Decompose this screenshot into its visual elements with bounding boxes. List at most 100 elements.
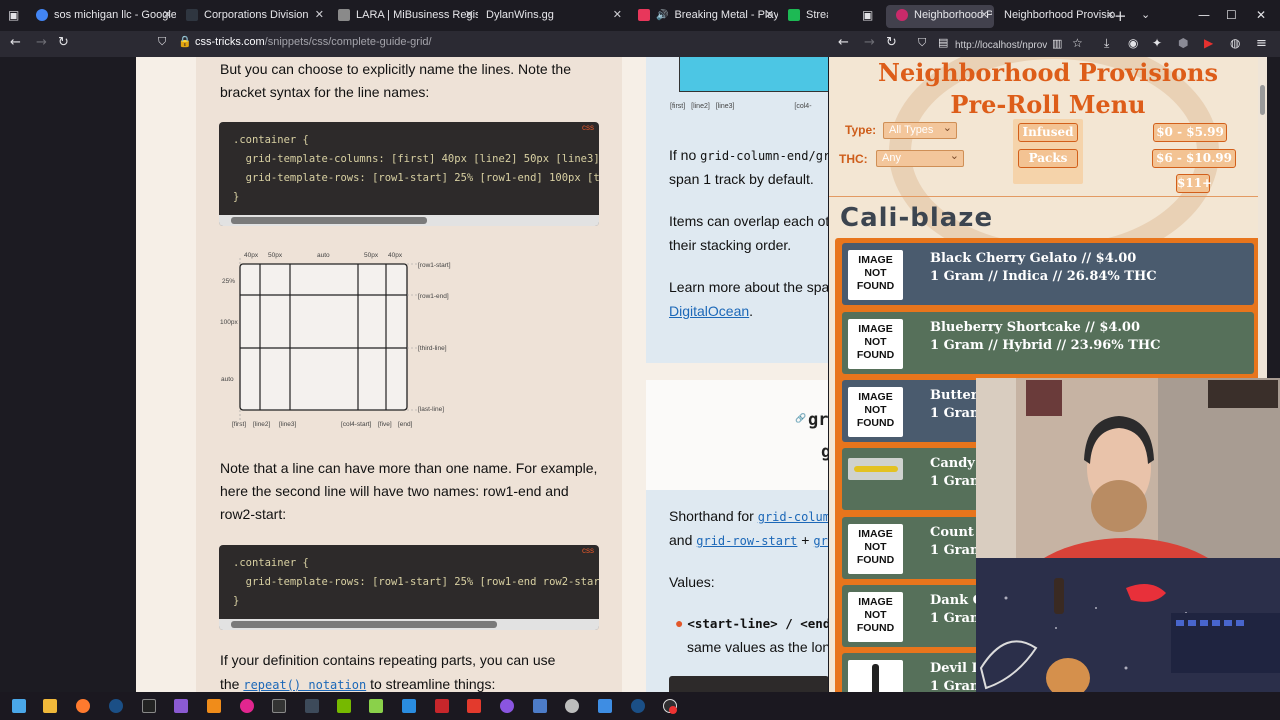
youtube-ext-icon[interactable]: ▶ bbox=[1204, 36, 1213, 50]
bullet-icon: ● bbox=[675, 615, 684, 631]
reload-icon[interactable]: ↻ bbox=[886, 35, 897, 50]
url-domain: css-tricks.com bbox=[195, 36, 265, 48]
back-icon[interactable]: ← bbox=[838, 35, 849, 50]
minimize-icon[interactable]: — bbox=[1198, 8, 1210, 22]
link-icon[interactable]: 🔗 bbox=[795, 414, 806, 424]
horizontal-scrollbar[interactable] bbox=[219, 619, 599, 630]
windows-start-icon[interactable] bbox=[12, 699, 26, 713]
webcam-video bbox=[976, 378, 1280, 692]
extensions-icon[interactable]: ✦ bbox=[1152, 36, 1162, 50]
back-icon[interactable]: ← bbox=[10, 35, 21, 50]
price-filter-6-11-button[interactable]: $6 - $10.99 bbox=[1152, 149, 1236, 168]
file-explorer-icon[interactable] bbox=[43, 699, 57, 713]
tab-stream[interactable]: Stream bbox=[780, 4, 830, 26]
url-bar[interactable]: http://localhost/nprov bbox=[955, 40, 1047, 51]
account-icon[interactable]: ◉ bbox=[1128, 36, 1138, 50]
steam2-icon[interactable] bbox=[631, 699, 645, 713]
firefox-icon[interactable] bbox=[76, 699, 90, 713]
text: and bbox=[669, 532, 693, 548]
packs-filter-button[interactable]: Packs bbox=[1018, 149, 1078, 168]
app-purple-icon[interactable] bbox=[500, 699, 514, 713]
paragraph: Learn more about the spa bbox=[669, 279, 829, 295]
app-blue2-icon[interactable] bbox=[598, 699, 612, 713]
tab-list-icon[interactable]: ▣ bbox=[862, 8, 873, 22]
adblock-icon[interactable]: ⬢ bbox=[1178, 36, 1188, 50]
type-select[interactable]: All Types bbox=[883, 121, 957, 139]
product-details: 1 Gram // Hybrid // 23.96% THC bbox=[930, 338, 1161, 353]
diagram-label: [line3] bbox=[279, 421, 297, 428]
scrollbar-thumb[interactable] bbox=[231, 621, 497, 628]
vlc-icon[interactable] bbox=[207, 699, 221, 713]
inline-code-link[interactable]: grid-colum bbox=[758, 510, 829, 524]
forward-icon[interactable]: → bbox=[864, 35, 875, 50]
horizontal-scrollbar[interactable] bbox=[219, 215, 599, 226]
tab-google-search[interactable]: sos michigan llc - Google Search✕ bbox=[28, 4, 176, 26]
inline-code-link[interactable]: gri bbox=[813, 534, 829, 548]
url-bar[interactable]: css-tricks.com/snippets/css/complete-gui… bbox=[195, 36, 432, 48]
scrollbar-thumb[interactable] bbox=[231, 217, 427, 224]
text: to streamline things: bbox=[370, 676, 496, 692]
tab-neighborhood-2[interactable]: Neighborhood Provision bbox=[996, 4, 1116, 26]
code-line: grid-template-rows: [row1-start] 25% [ro… bbox=[233, 172, 599, 184]
vscode-icon[interactable] bbox=[402, 699, 416, 713]
steam-icon[interactable] bbox=[109, 699, 123, 713]
product-card[interactable]: IMAGE NOT FOUND Blueberry Shortcake // $… bbox=[842, 312, 1254, 374]
menu-icon[interactable]: ≡ bbox=[1256, 36, 1267, 51]
chevron-down-icon[interactable]: ⌄ bbox=[1141, 8, 1150, 21]
scrollbar-thumb[interactable] bbox=[1260, 85, 1265, 115]
tab-lara[interactable]: LARA | MiBusiness Registry Porta✕ bbox=[330, 4, 478, 26]
left-tab-bar: ▣ sos michigan llc - Google Search✕ Corp… bbox=[0, 0, 830, 31]
product-title: Blueberry Shortcake // $4.00 bbox=[930, 320, 1141, 335]
tab-corporations[interactable]: Corporations Division ✕ bbox=[178, 4, 328, 26]
product-image: IMAGE NOT FOUND bbox=[848, 524, 903, 574]
bookmark-star-icon[interactable]: ☆ bbox=[1072, 36, 1083, 50]
notepad-plus-icon[interactable] bbox=[369, 699, 383, 713]
download-icon[interactable]: ⤓ bbox=[1104, 36, 1109, 51]
diagram-label: [line3] bbox=[715, 103, 735, 110]
shield-icon[interactable]: ⛉ bbox=[918, 36, 926, 50]
filezilla-icon[interactable] bbox=[435, 699, 449, 713]
globe-ext-icon[interactable]: ◍ bbox=[1230, 36, 1240, 50]
nvidia-icon[interactable] bbox=[337, 699, 351, 713]
app-gray-icon[interactable] bbox=[565, 699, 579, 713]
forward-icon[interactable]: → bbox=[36, 35, 47, 50]
app-dark-icon[interactable] bbox=[305, 699, 319, 713]
tab-list-icon[interactable]: ▣ bbox=[8, 8, 19, 22]
tab-dylanwins[interactable]: DylanWins.gg ✕ bbox=[478, 4, 626, 26]
terminal-icon[interactable] bbox=[272, 699, 286, 713]
new-tab-icon[interactable]: + bbox=[1114, 7, 1127, 25]
digitalocean-link[interactable]: DigitalOcean bbox=[669, 303, 749, 319]
close-icon[interactable]: ✕ bbox=[163, 8, 172, 21]
tab-neighborhood-1[interactable]: Neighborhood Provis bbox=[888, 4, 992, 26]
close-icon[interactable]: ✕ bbox=[980, 10, 988, 21]
price-filter-0-6-button[interactable]: $0 - $5.99 bbox=[1153, 123, 1227, 142]
taskbar bbox=[0, 692, 1280, 720]
page-icon[interactable]: ▤ bbox=[938, 36, 948, 49]
visual-studio-icon[interactable] bbox=[174, 699, 188, 713]
inline-code-link[interactable]: grid-row-start bbox=[696, 534, 797, 548]
page-title: Neighborhood Provisions bbox=[878, 58, 1218, 87]
grid-lines-diagram: 40px 50px auto 50px 40px 25% 100px auto … bbox=[220, 252, 451, 428]
close-icon[interactable]: ✕ bbox=[315, 8, 324, 21]
diagram-label: 40px bbox=[388, 252, 403, 259]
reader-icon[interactable]: ▥ bbox=[1052, 37, 1062, 50]
thc-select[interactable]: Any bbox=[876, 149, 964, 167]
tab-breaking-metal[interactable]: 🔊 Breaking Metal - Playlist - A✕ bbox=[630, 4, 778, 26]
repeat-notation-link[interactable]: repeat() notation bbox=[243, 678, 366, 692]
window-close-icon[interactable]: ✕ bbox=[1256, 8, 1266, 22]
price-filter-11-plus-button[interactable]: $11+ bbox=[1176, 174, 1212, 193]
lock-icon[interactable]: 🔒 bbox=[178, 35, 192, 48]
app-blue-icon[interactable] bbox=[533, 699, 547, 713]
app-pink-icon[interactable] bbox=[240, 699, 254, 713]
url-path: /snippets/css/complete-guide-grid/ bbox=[264, 36, 432, 48]
reload-icon[interactable]: ↻ bbox=[58, 35, 69, 50]
app-red-icon[interactable] bbox=[467, 699, 481, 713]
infused-filter-button[interactable]: Infused bbox=[1018, 123, 1078, 142]
product-card[interactable]: IMAGE NOT FOUND Black Cherry Gelato // $… bbox=[842, 243, 1254, 305]
maximize-icon[interactable]: ☐ bbox=[1226, 8, 1237, 22]
close-icon[interactable]: ✕ bbox=[465, 8, 474, 21]
close-icon[interactable]: ✕ bbox=[613, 8, 622, 21]
close-icon[interactable]: ✕ bbox=[765, 8, 774, 21]
shield-icon[interactable]: ⛉ bbox=[158, 35, 166, 49]
epic-games-icon[interactable] bbox=[142, 699, 156, 713]
